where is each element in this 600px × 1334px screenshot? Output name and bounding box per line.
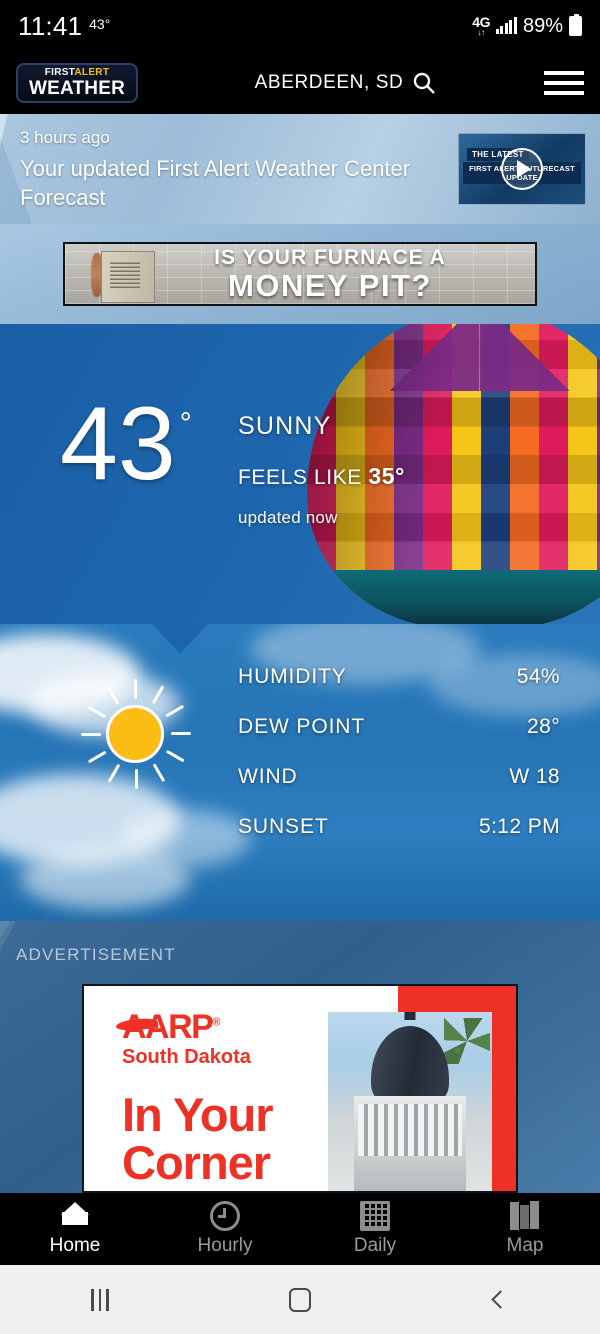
news-timestamp: 3 hours ago — [20, 128, 110, 147]
location-name: ABERDEEN, SD — [254, 72, 404, 93]
signal-bars-icon — [495, 17, 517, 34]
condition-block: SUNNY FEELS LIKE 35° updated now — [238, 412, 405, 528]
ad-headline-line2: Corner — [122, 1135, 271, 1189]
play-button-icon[interactable] — [501, 148, 543, 190]
detail-label: HUMIDITY — [238, 665, 347, 688]
aarp-region: South Dakota — [122, 1046, 251, 1068]
tab-hourly[interactable]: Hourly — [150, 1193, 300, 1265]
current-temperature: 43 — [60, 386, 176, 502]
battery-icon — [569, 14, 582, 36]
logo-first-text: FIRST — [44, 67, 75, 78]
home-icon — [60, 1201, 90, 1231]
feels-like-value: 35° — [368, 463, 405, 489]
news-banner[interactable]: 3 hours ago Your updated First Alert Wea… — [0, 114, 600, 224]
detail-label: WIND — [238, 765, 298, 788]
status-bar: 11:41 43° 4G ↓↑ 89% — [0, 0, 600, 52]
first-alert-weather-logo[interactable]: FIRSTALERT WEATHER — [16, 63, 138, 103]
tab-label: Hourly — [197, 1235, 253, 1256]
sun-icon — [80, 679, 191, 789]
system-home-button[interactable] — [200, 1287, 400, 1312]
tab-daily[interactable]: Daily — [300, 1193, 450, 1265]
tab-map[interactable]: Map — [450, 1193, 600, 1265]
back-button[interactable] — [400, 1290, 600, 1309]
detail-value: W 18 — [509, 765, 560, 788]
system-home-icon — [289, 1287, 311, 1312]
ad-text-column: AARP® South Dakota In Your Corner — [84, 986, 356, 1191]
current-temperature-block: 43 ° — [60, 386, 192, 502]
capitol-columns — [358, 1104, 462, 1156]
furnace-ad-line2: MONEY PIT? — [228, 267, 432, 303]
detail-value: 54% — [516, 665, 560, 688]
tab-home[interactable]: Home — [0, 1193, 150, 1265]
back-icon — [490, 1290, 510, 1309]
current-conditions-panel[interactable]: 43 ° SUNNY FEELS LIKE 35° updated now — [0, 324, 600, 624]
search-icon[interactable] — [412, 71, 436, 95]
table-row: SUNSET 5:12 PM — [0, 802, 600, 852]
tree-foliage — [444, 1018, 490, 1064]
network-arrows-icon: ↓↑ — [477, 28, 486, 37]
capitol-dome — [371, 1026, 449, 1100]
system-navigation-bar — [0, 1265, 600, 1334]
aarp-ad-card[interactable]: AARP® South Dakota In Your Corner — [82, 984, 518, 1193]
capitol-photo — [328, 1012, 492, 1191]
furnace-ad-banner[interactable]: IS YOUR FURNACE A MONEY PIT? — [63, 242, 537, 306]
degree-symbol: ° — [179, 407, 192, 440]
status-temperature: 43° — [89, 15, 111, 32]
detail-value: 5:12 PM — [478, 815, 560, 838]
app-header: FIRSTALERT WEATHER ABERDEEN, SD — [0, 52, 600, 114]
tab-label: Home — [49, 1235, 101, 1256]
detail-value: 28° — [527, 715, 560, 738]
advertisement-region: ADVERTISEMENT AARP® South Dakota In Your… — [0, 921, 600, 1193]
news-headline: Your updated First Alert Weather Center … — [20, 156, 411, 211]
detail-label: SUNSET — [238, 815, 329, 838]
calendar-icon — [360, 1201, 390, 1231]
updated-time: updated now — [238, 508, 338, 527]
tab-label: Map — [506, 1235, 544, 1256]
status-time: 11:41 — [18, 10, 83, 41]
dome-spire — [404, 1012, 416, 1020]
battery-percent: 89% — [522, 14, 563, 37]
network-label: 4G — [472, 14, 490, 30]
detail-label: DEW POINT — [238, 715, 366, 738]
furnace-ad-line1: IS YOUR FURNACE A — [214, 245, 446, 269]
status-bar-right: 4G ↓↑ 89% — [472, 14, 582, 38]
condition-name: SUNNY — [238, 412, 332, 440]
furnace-ad-text: IS YOUR FURNACE A MONEY PIT? — [65, 246, 535, 303]
recents-icon — [91, 1288, 109, 1311]
hamburger-menu-icon[interactable] — [544, 71, 584, 95]
top-ad-region: IS YOUR FURNACE A MONEY PIT? — [0, 224, 600, 324]
logo-alert-text: ALERT — [74, 67, 110, 78]
bottom-tab-bar: Home Hourly Daily Map — [0, 1193, 600, 1265]
tab-label: Daily — [353, 1235, 397, 1256]
ad-headline-line1: In Your — [122, 1088, 274, 1141]
network-type-icon: 4G ↓↑ — [472, 15, 490, 37]
location-selector[interactable]: ABERDEEN, SD — [138, 71, 544, 95]
feels-like-row: FEELS LIKE 35° — [238, 463, 405, 490]
clock-icon — [210, 1201, 240, 1231]
news-text: 3 hours ago Your updated First Alert Wea… — [20, 128, 420, 212]
status-bar-left: 11:41 43° — [18, 11, 110, 42]
aarp-logo: AARP® — [115, 1010, 356, 1044]
logo-weather-text: WEATHER — [28, 78, 126, 99]
logo-top-line: FIRSTALERT — [45, 68, 110, 78]
weather-details-panel[interactable]: HUMIDITY 54% DEW POINT 28° WIND W 18 SUN… — [0, 624, 600, 921]
app-screen: 11:41 43° 4G ↓↑ 89% FIRSTALERT WEATHER A… — [0, 0, 600, 1334]
feels-like-label: FEELS LIKE — [238, 466, 362, 489]
recents-button[interactable] — [0, 1288, 200, 1311]
registered-mark: ® — [212, 1016, 221, 1029]
map-icon — [510, 1201, 540, 1231]
news-video-thumbnail[interactable]: THE LATEST FIRST ALERT FUTURECAST UPDATE — [458, 133, 586, 205]
advertisement-label: ADVERTISEMENT — [16, 945, 176, 964]
